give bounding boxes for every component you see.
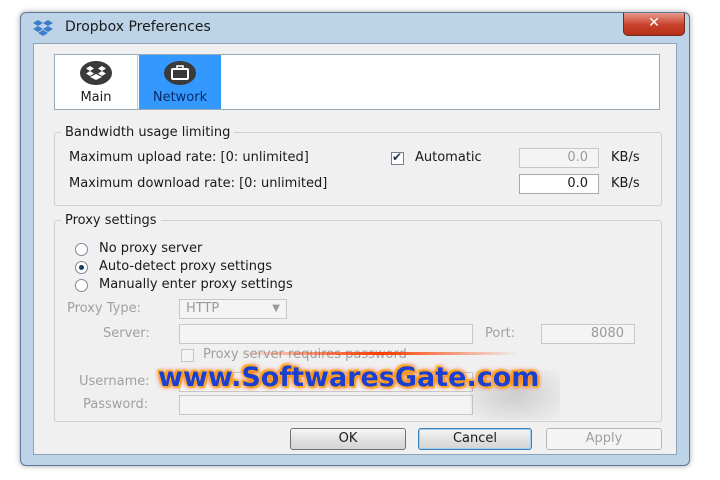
watermark-underline: [240, 352, 520, 355]
cancel-button[interactable]: Cancel: [418, 428, 532, 450]
watermark-text: www.SoftwaresGate.com: [158, 362, 540, 393]
port-input[interactable]: 8080: [541, 324, 635, 344]
proxy-type-select[interactable]: HTTP ▼: [179, 299, 287, 319]
server-label: Server:: [103, 326, 150, 341]
apply-button[interactable]: Apply: [546, 428, 662, 450]
upload-rate-input[interactable]: 0.0: [519, 148, 599, 168]
radio-auto-detect[interactable]: [75, 261, 88, 274]
manual-proxy-label[interactable]: Manually enter proxy settings: [99, 277, 293, 292]
dropbox-logo-icon: [33, 20, 53, 36]
proxy-group-title: Proxy settings: [61, 213, 161, 228]
port-label: Port:: [485, 326, 516, 341]
tab-main-label: Main: [80, 90, 112, 105]
password-input[interactable]: [179, 395, 473, 415]
download-rate-label: Maximum download rate: [0: unlimited]: [69, 176, 328, 191]
automatic-label[interactable]: Automatic: [415, 150, 482, 165]
bandwidth-group-title: Bandwidth usage limiting: [61, 125, 235, 140]
password-label: Password:: [83, 397, 149, 412]
title-bar[interactable]: Dropbox Preferences ✕: [21, 13, 689, 43]
proxy-type-label: Proxy Type:: [67, 301, 141, 316]
dropbox-box-icon: [80, 61, 112, 85]
bandwidth-group: Bandwidth usage limiting Maximum upload …: [54, 125, 662, 206]
tab-bar: Main Network: [54, 54, 660, 110]
server-input[interactable]: [179, 324, 473, 344]
no-proxy-label[interactable]: No proxy server: [99, 241, 202, 256]
chevron-down-icon: ▼: [272, 303, 280, 314]
username-label: Username:: [79, 374, 150, 389]
preferences-window: Dropbox Preferences ✕ Main Network Bandw…: [20, 12, 690, 466]
tab-network[interactable]: Network: [139, 55, 221, 109]
close-button[interactable]: ✕: [623, 13, 685, 36]
close-icon: ✕: [648, 15, 660, 31]
radio-manual-proxy[interactable]: [75, 279, 88, 292]
automatic-checkbox[interactable]: [391, 150, 404, 165]
tab-divider: [137, 55, 138, 109]
download-unit-label: KB/s: [611, 176, 640, 191]
auto-detect-label[interactable]: Auto-detect proxy settings: [99, 259, 272, 274]
window-title: Dropbox Preferences: [65, 19, 211, 35]
dialog-body: Main Network Bandwidth usage limiting Ma…: [33, 43, 677, 455]
network-briefcase-icon: [164, 61, 196, 85]
upload-unit-label: KB/s: [611, 150, 640, 165]
tab-main[interactable]: Main: [55, 55, 137, 109]
requires-password-checkbox[interactable]: [181, 349, 194, 362]
radio-no-proxy[interactable]: [75, 243, 88, 256]
proxy-type-value: HTTP: [186, 301, 220, 316]
download-rate-input[interactable]: 0.0: [519, 174, 599, 194]
tab-network-label: Network: [152, 90, 208, 105]
upload-rate-label: Maximum upload rate: [0: unlimited]: [69, 150, 309, 165]
ok-button[interactable]: OK: [290, 428, 406, 450]
